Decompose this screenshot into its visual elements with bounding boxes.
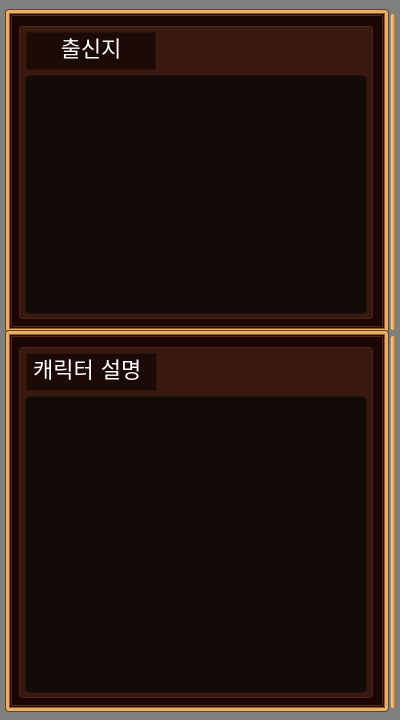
description-panel-inner: 캐릭터 설명 [19,347,373,698]
origin-panel: 출신지 [6,10,388,332]
character-description-title: 캐릭터 설명 [26,353,157,391]
origin-title: 출신지 [26,32,156,70]
origin-panel-right-trim [391,14,396,330]
character-info-screen: 출신지 캐릭터 설명 [0,0,400,720]
origin-content-area [25,75,367,314]
description-panel-right-trim [391,336,396,708]
origin-panel-inner: 출신지 [19,26,373,319]
character-description-panel: 캐릭터 설명 [6,331,388,711]
character-description-content-area [25,396,367,693]
